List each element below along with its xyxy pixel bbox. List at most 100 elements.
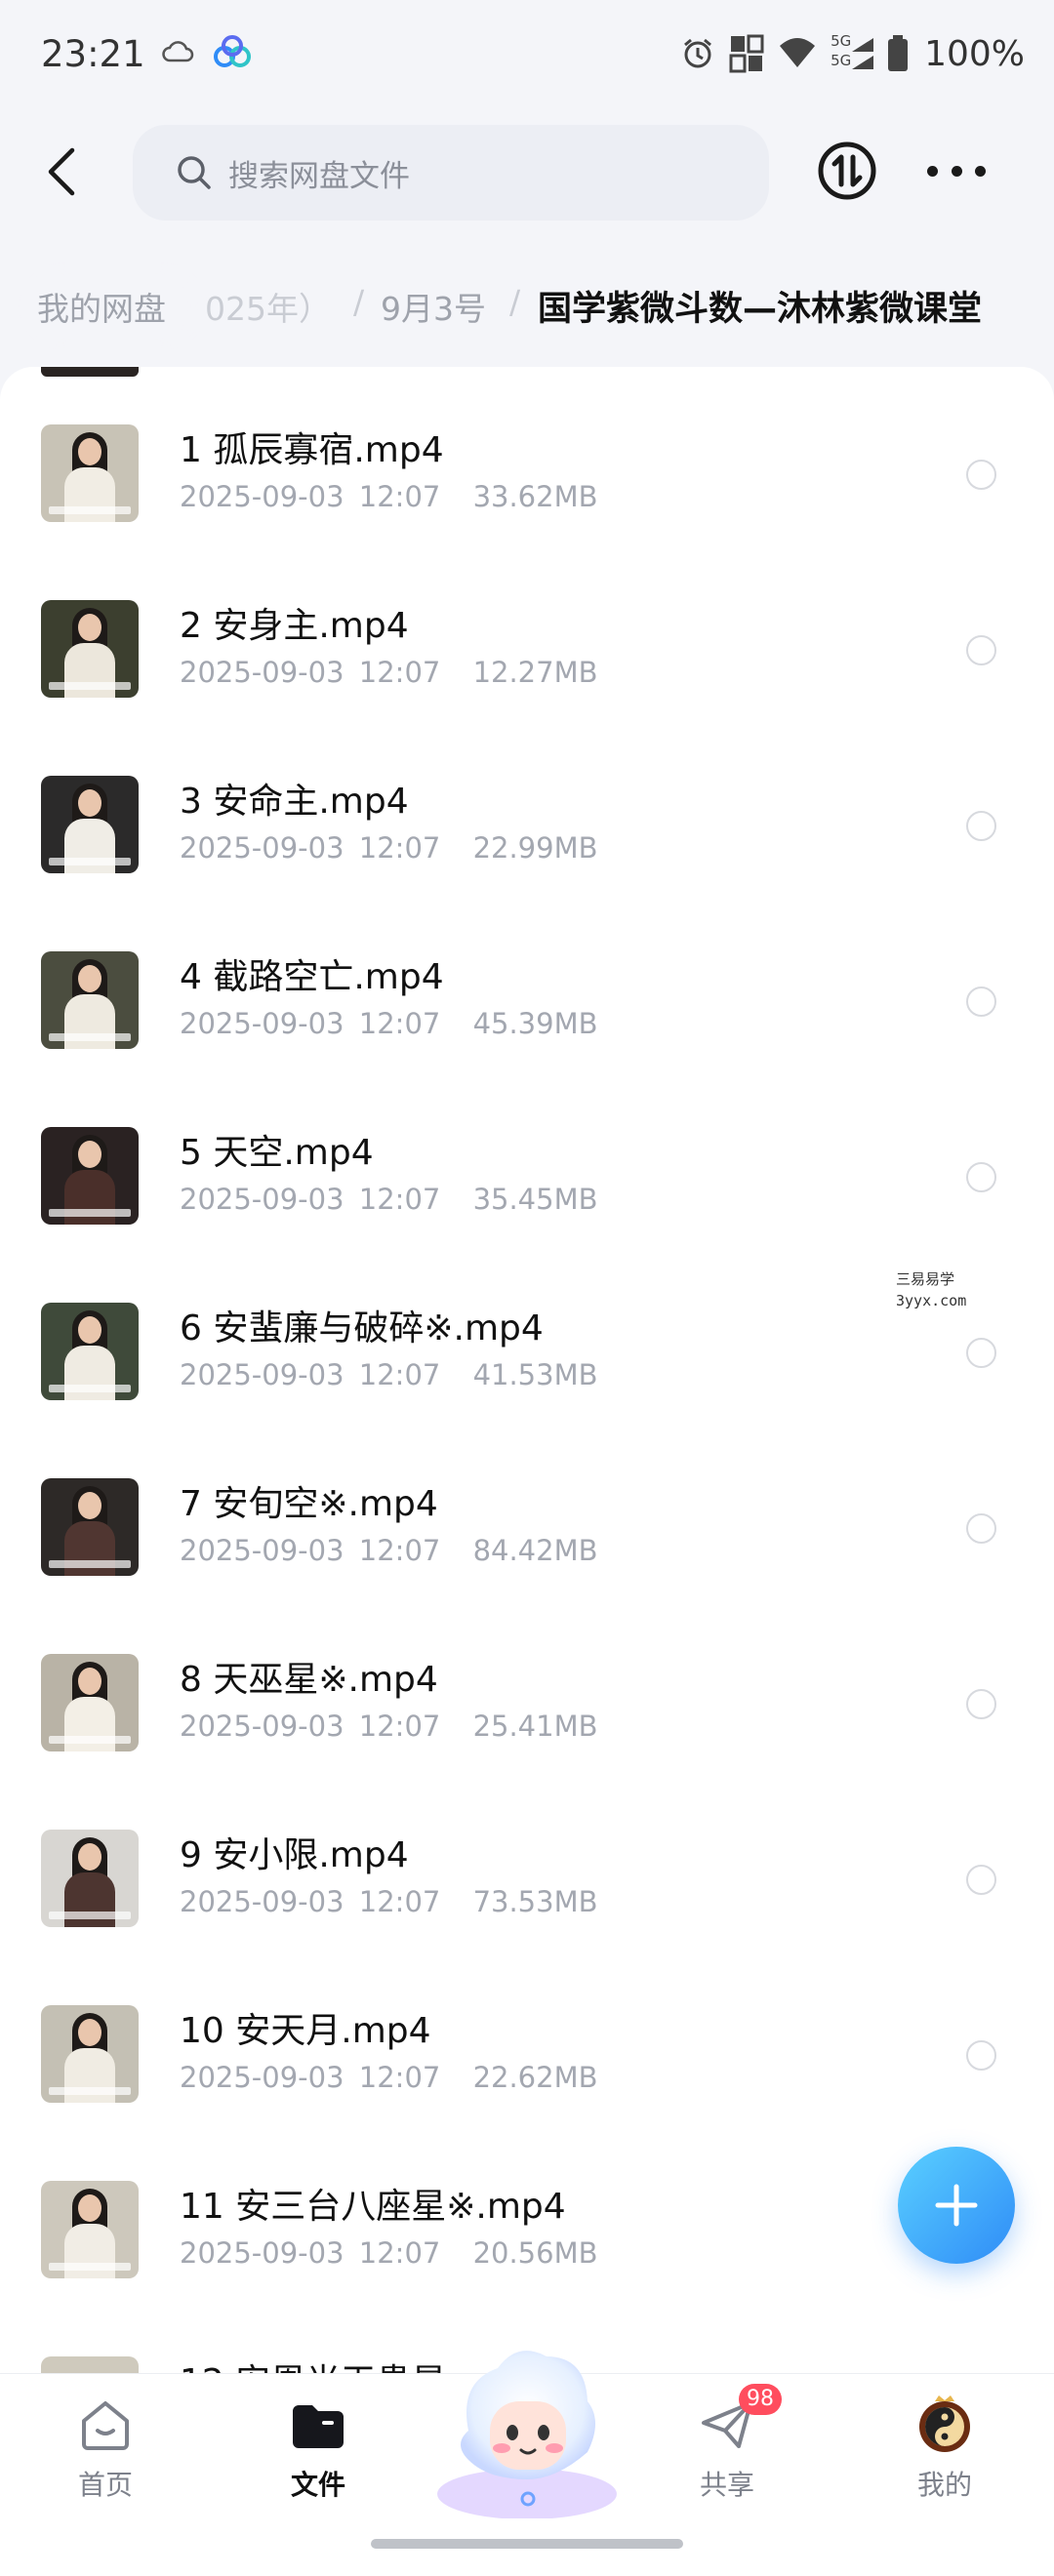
file-meta: 2025-09-03 12:07 41.53MB: [180, 1358, 598, 1391]
video-thumbnail: [41, 1127, 139, 1225]
file-name: 11 安三台八座星※.mp4: [180, 2187, 566, 2227]
network-type-2: 5G: [831, 52, 852, 69]
breadcrumb-separator: /: [509, 283, 521, 321]
select-checkbox[interactable]: [966, 1689, 996, 1719]
file-date: 2025-09-03: [180, 480, 345, 513]
folder-icon: [293, 2405, 344, 2448]
file-date: 2025-09-03: [180, 1710, 345, 1743]
file-size: 20.56MB: [472, 2236, 598, 2270]
status-icons: 5G 5G 100%: [680, 29, 1025, 78]
upload-add-button[interactable]: [898, 2147, 1015, 2264]
video-thumbnail: [41, 2181, 139, 2278]
video-thumbnail: [41, 2005, 139, 2103]
file-row[interactable]: 2 安身主.mp4 2025-09-03 12:07 12.27MB: [0, 543, 1054, 718]
cloud-notification-icon: [162, 41, 194, 62]
search-icon: [178, 156, 211, 189]
nav-me[interactable]: 我的: [867, 2374, 1023, 2530]
file-size: 73.53MB: [472, 1885, 598, 1918]
breadcrumb-current-folder: 国学紫微斗数—沐林紫微课堂: [538, 290, 983, 329]
file-row[interactable]: 7 安旬空※.mp4 2025-09-03 12:07 84.42MB: [0, 1421, 1054, 1596]
file-time: 12:07: [358, 831, 441, 865]
file-row[interactable]: 11 安三台八座星※.mp4 2025-09-03 12:07 20.56MB: [0, 2123, 1054, 2299]
file-date: 2025-09-03: [180, 1007, 345, 1040]
video-thumbnail: [41, 1830, 139, 1927]
transfer-list-button[interactable]: [816, 140, 878, 202]
file-row[interactable]: 8 天巫星※.mp4 2025-09-03 12:07 25.41MB: [0, 1596, 1054, 1772]
file-size: 22.99MB: [472, 831, 598, 865]
watermark-line-2: 3yyx.com: [896, 1292, 967, 1309]
select-checkbox[interactable]: [966, 635, 996, 665]
file-time: 12:07: [358, 1358, 441, 1391]
watermark-line-1: 三易易学: [896, 1270, 955, 1288]
nfc-icon: [729, 34, 764, 73]
video-thumbnail: [41, 1654, 139, 1751]
file-name: 5 天空.mp4: [180, 1133, 374, 1173]
file-size: 22.62MB: [472, 2061, 598, 2094]
alarm-icon: [684, 38, 712, 68]
watermark: 三易易学 3yyx.com: [896, 1268, 966, 1311]
avatar-icon: [919, 2395, 970, 2452]
signal-indicator: 5G 5G: [831, 32, 874, 73]
network-type: 5G: [831, 32, 852, 50]
more-dot-icon: [951, 165, 962, 177]
home-indicator: [371, 2539, 683, 2549]
file-size: 41.53MB: [472, 1358, 598, 1391]
file-row[interactable]: 3 安命主.mp4 2025-09-03 12:07 22.99MB: [0, 718, 1054, 894]
file-date: 2025-09-03: [180, 831, 345, 865]
battery-level: 100%: [924, 33, 1025, 74]
file-row[interactable]: 9 安小限.mp4 2025-09-03 12:07 73.53MB: [0, 1772, 1054, 1948]
file-name: 10 安天月.mp4: [180, 2011, 431, 2051]
file-date: 2025-09-03: [180, 1534, 345, 1567]
select-checkbox[interactable]: [966, 1162, 996, 1192]
breadcrumb-year-folder[interactable]: 025年）: [205, 283, 331, 330]
file-time: 12:07: [358, 480, 441, 513]
nav-share[interactable]: 98 共享: [649, 2374, 805, 2530]
home-icon: [82, 2401, 129, 2450]
wifi-icon: [780, 38, 816, 67]
file-time: 12:07: [358, 656, 441, 689]
more-dot-icon: [927, 165, 938, 177]
select-checkbox[interactable]: [966, 1338, 996, 1368]
select-checkbox[interactable]: [966, 811, 996, 841]
select-checkbox[interactable]: [966, 1513, 996, 1544]
select-checkbox[interactable]: [966, 1865, 996, 1895]
select-checkbox[interactable]: [966, 460, 996, 490]
file-time: 12:07: [358, 1007, 441, 1040]
file-meta: 2025-09-03 12:07 12.27MB: [180, 656, 598, 689]
status-bar: 23:21 5G 5G 100%: [0, 0, 1054, 107]
file-time: 12:07: [358, 1710, 441, 1743]
file-row[interactable]: 4 截路空亡.mp4 2025-09-03 12:07 45.39MB: [0, 894, 1054, 1069]
file-row[interactable]: 1 孤辰寡宿.mp4 2025-09-03 12:07 33.62MB: [0, 367, 1054, 543]
file-time: 12:07: [358, 1885, 441, 1918]
file-name: 2 安身主.mp4: [180, 606, 409, 646]
nav-files[interactable]: 文件: [240, 2374, 396, 2530]
nav-files-label: 文件: [290, 2469, 345, 2501]
select-checkbox[interactable]: [966, 986, 996, 1017]
file-size: 84.42MB: [472, 1534, 598, 1567]
file-row[interactable]: 5 天空.mp4 2025-09-03 12:07 35.45MB: [0, 1069, 1054, 1245]
battery-icon: [888, 35, 909, 71]
file-date: 2025-09-03: [180, 2061, 345, 2094]
video-thumbnail: [41, 1478, 139, 1576]
assistant-mascot-button[interactable]: [429, 2323, 625, 2518]
video-thumbnail: [41, 1303, 139, 1400]
netdisk-folder-page: 23:21 5G 5G 100% 搜索网盘文件 025年） / 9月3号 / 国…: [0, 0, 1054, 2576]
video-thumbnail: [41, 776, 139, 873]
breadcrumb: 025年） / 9月3号 / 国学紫微斗数—沐林紫微课堂 我的网盘: [0, 262, 1054, 349]
status-time: 23:21: [41, 33, 145, 75]
more-options-button[interactable]: [927, 140, 986, 202]
video-thumbnail: [41, 424, 139, 522]
file-meta: 2025-09-03 12:07 20.56MB: [180, 2236, 598, 2270]
file-row[interactable]: 10 安天月.mp4 2025-09-03 12:07 22.62MB: [0, 1948, 1054, 2123]
file-name: 4 截路空亡.mp4: [180, 957, 444, 997]
breadcrumb-day-folder[interactable]: 9月3号: [381, 283, 486, 330]
nav-me-label: 我的: [916, 2469, 972, 2501]
nav-home[interactable]: 首页: [27, 2374, 183, 2530]
breadcrumb-root[interactable]: 我的网盘: [20, 275, 183, 338]
search-input[interactable]: 搜索网盘文件: [133, 125, 769, 221]
video-thumbnail: [41, 951, 139, 1049]
back-button[interactable]: [27, 133, 96, 211]
file-meta: 2025-09-03 12:07 73.53MB: [180, 1885, 598, 1918]
file-size: 25.41MB: [472, 1710, 598, 1743]
select-checkbox[interactable]: [966, 2040, 996, 2071]
